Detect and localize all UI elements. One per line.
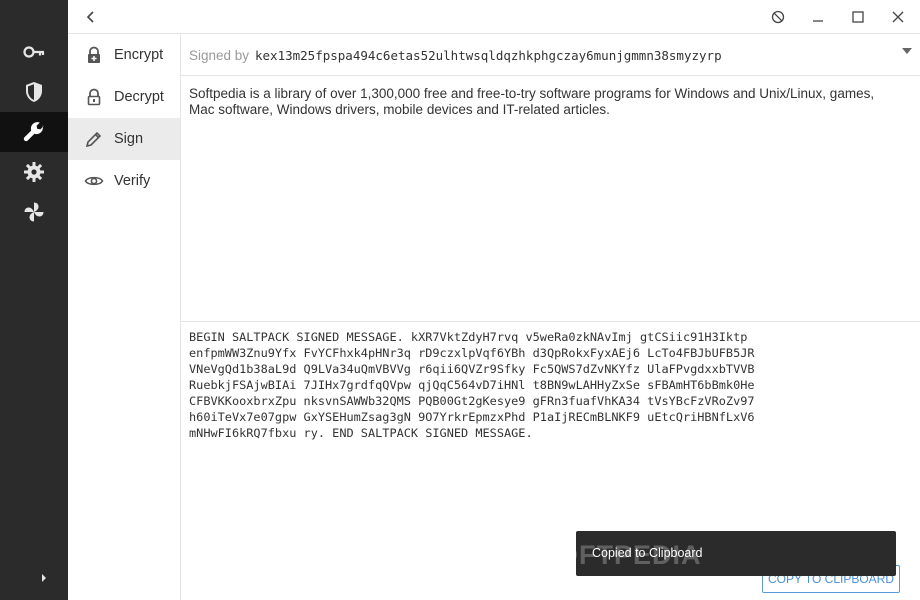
- shield-icon: [26, 82, 42, 102]
- tab-verify[interactable]: Verify: [68, 160, 180, 202]
- divider: [181, 321, 920, 322]
- chevron-right-icon: [42, 574, 46, 582]
- tab-sign[interactable]: Sign: [68, 118, 180, 160]
- sidebar-item-keys[interactable]: [0, 32, 68, 72]
- gear-icon: [24, 162, 44, 182]
- sign-panel: Signed by kex13m25fpspa494c6etas52ulhtws…: [181, 34, 920, 600]
- chevron-left-icon: [86, 11, 94, 23]
- message-input[interactable]: Softpedia is a library of over 1,300,000…: [189, 86, 889, 118]
- minimize-button[interactable]: [806, 5, 830, 29]
- sidebar-item-tools[interactable]: [0, 112, 68, 152]
- eye-icon: [84, 176, 104, 186]
- chevron-down-icon[interactable]: [902, 48, 912, 54]
- wrench-icon: [23, 122, 44, 142]
- tab-verify-label: Verify: [114, 173, 151, 189]
- tab-decrypt-label: Decrypt: [114, 89, 164, 105]
- signer-key: kex13m25fpspa494c6etas52ulhtwsqldqzhkphg…: [255, 48, 722, 63]
- tab-decrypt[interactable]: Decrypt: [68, 76, 180, 118]
- tools-nav: Encrypt Decrypt Sign Verify: [68, 34, 181, 600]
- back-button[interactable]: [82, 8, 100, 26]
- key-icon: [23, 46, 45, 58]
- maximize-icon: [852, 11, 864, 23]
- maximize-button[interactable]: [846, 5, 870, 29]
- lock-plus-icon: [88, 46, 100, 63]
- block-button[interactable]: [766, 5, 790, 29]
- sidebar-item-security[interactable]: [0, 72, 68, 112]
- title-bar: [68, 0, 920, 34]
- app-sidebar: [0, 0, 68, 600]
- tab-sign-label: Sign: [114, 131, 144, 147]
- tab-encrypt[interactable]: Encrypt: [68, 34, 180, 76]
- pinwheel-icon: [24, 202, 44, 222]
- pencil-icon: [85, 131, 102, 148]
- block-icon: [771, 10, 785, 24]
- signed-output[interactable]: BEGIN SALTPACK SIGNED MESSAGE. kXR7VktZd…: [189, 329, 909, 441]
- watermark-logo: SOFTPEDIA: [538, 540, 702, 570]
- sidebar-item-fan[interactable]: [0, 192, 68, 232]
- close-icon: [892, 11, 904, 23]
- signed-by-label: Signed by: [189, 48, 250, 63]
- minimize-icon: [813, 20, 823, 22]
- signer-selector[interactable]: Signed by kex13m25fpspa494c6etas52ulhtws…: [181, 34, 920, 76]
- close-button[interactable]: [886, 5, 910, 29]
- sidebar-item-settings[interactable]: [0, 152, 68, 192]
- unlock-icon: [87, 88, 101, 106]
- expand-sidebar-button[interactable]: [36, 570, 52, 586]
- tab-encrypt-label: Encrypt: [114, 47, 164, 63]
